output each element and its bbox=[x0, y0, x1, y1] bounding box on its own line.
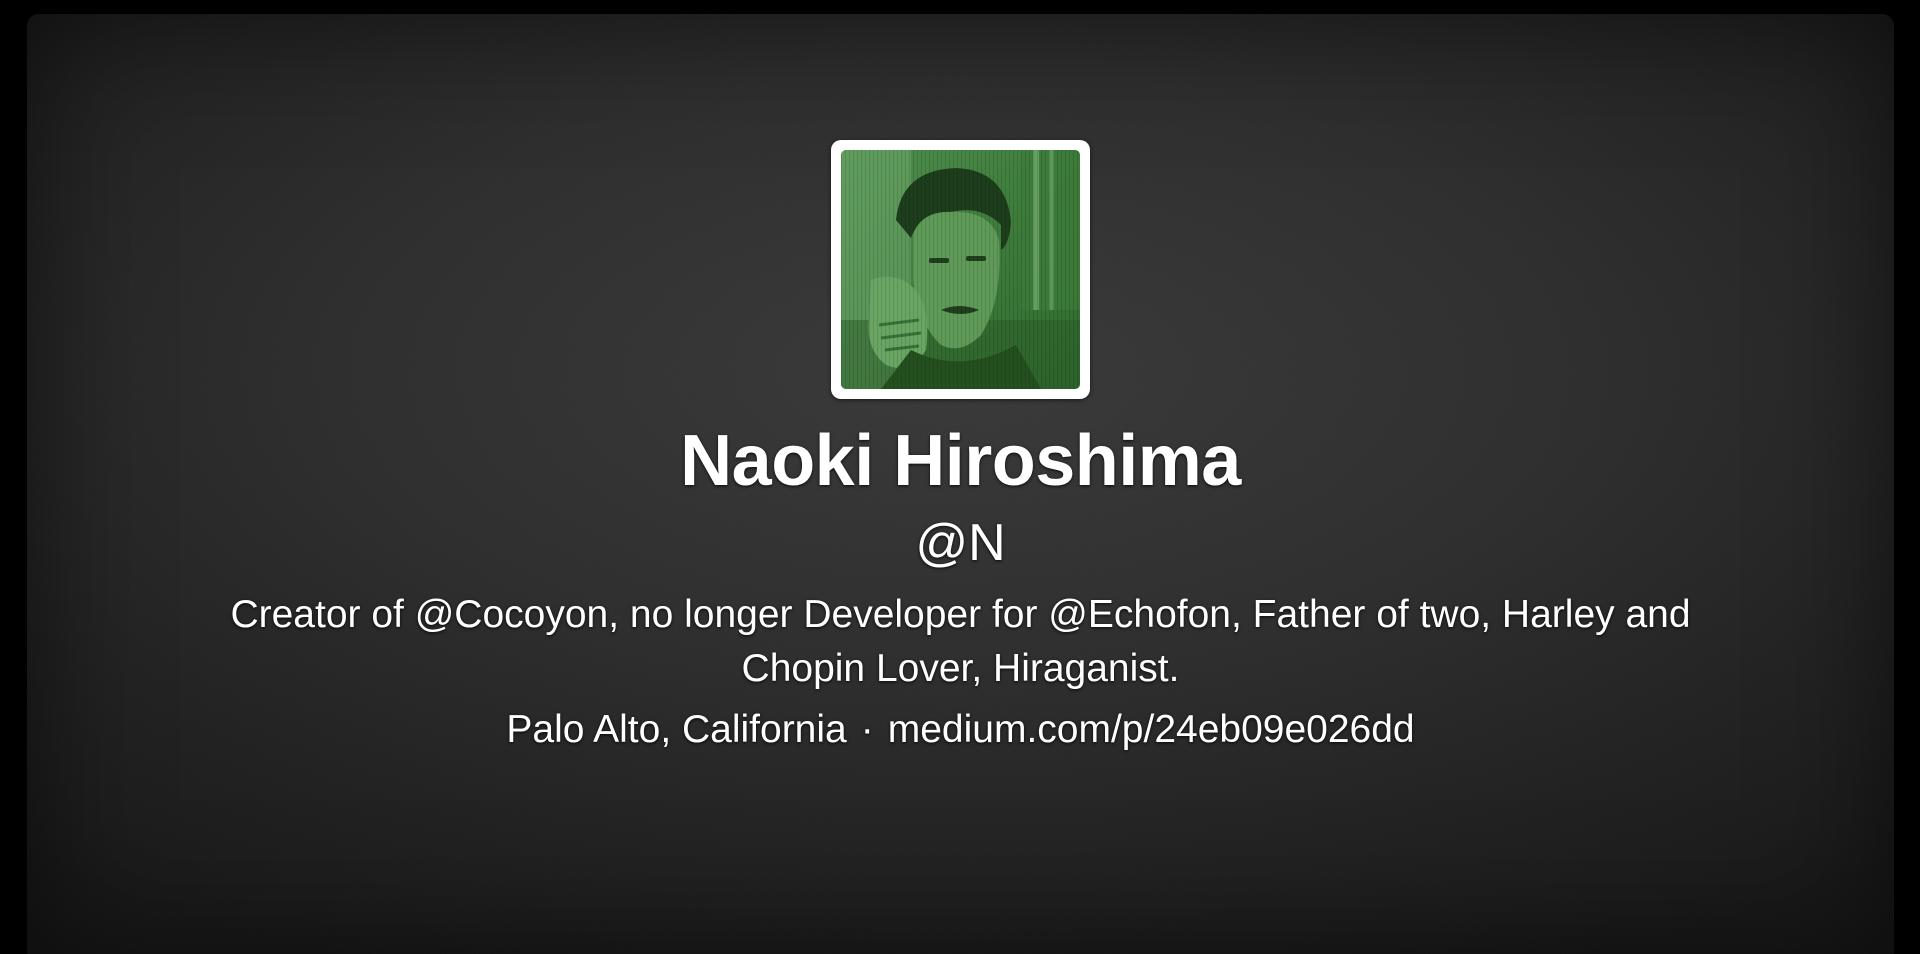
avatar-frame[interactable] bbox=[831, 140, 1090, 399]
screen-name: @N bbox=[915, 514, 1006, 572]
location: Palo Alto, California bbox=[506, 708, 847, 751]
profile-meta: Palo Alto, California · medium.com/p/24eb0… bbox=[27, 704, 1894, 756]
meta-separator: · bbox=[860, 708, 874, 751]
profile-url-link[interactable]: medium.com/p/24eb09e026dd bbox=[888, 708, 1415, 751]
display-name: Naoki Hiroshima bbox=[680, 421, 1241, 501]
profile-header: Naoki Hiroshima @N Creator of @Cocoyon, … bbox=[27, 14, 1894, 954]
bio: Creator of @Cocoyon, no longer Developer… bbox=[230, 593, 1691, 690]
avatar[interactable] bbox=[841, 150, 1080, 389]
